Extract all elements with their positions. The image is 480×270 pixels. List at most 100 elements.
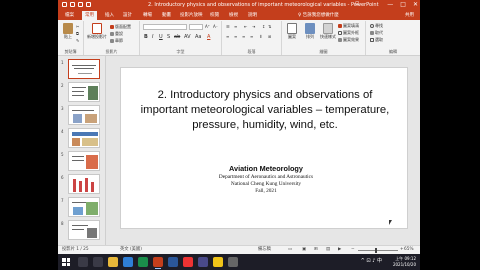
zoom-level[interactable]: 65% [404,246,414,254]
strikethrough-button[interactable]: ab [174,34,180,40]
normal-view-icon[interactable]: ▣ [302,246,306,254]
cut-icon[interactable]: ✂ [76,24,79,29]
language-indicator[interactable]: 英文 (美國) [120,246,142,254]
shapes-button[interactable]: 圖案 [284,23,300,39]
tab-home[interactable]: 常用 [82,11,97,20]
word-icon[interactable] [168,257,178,267]
tab-review[interactable]: 校閱 [207,11,222,20]
select-button[interactable]: 選取 [370,37,383,42]
format-painter-icon[interactable]: ✎ [76,38,79,43]
smartart-icon[interactable]: ⊞ [268,34,271,39]
maximize-button[interactable]: □ [400,1,406,9]
paste-button[interactable]: 貼上 [61,23,75,39]
new-slide-button[interactable]: 新增投影片 [87,23,107,39]
shadow-button[interactable]: S [167,34,170,40]
bold-button[interactable]: B [144,34,148,40]
slide-thumbnail[interactable]: 5 [58,151,106,174]
comments-icon[interactable]: ▭ [288,246,292,254]
shape-fill-button[interactable]: 圖案填滿 [338,23,359,28]
pdf-reader-icon[interactable] [183,257,193,267]
grow-font-icon[interactable]: A⁺ [205,24,210,29]
undo-icon[interactable] [70,2,75,7]
quick-styles-button[interactable]: 快速樣式 [320,23,336,39]
windows-start-icon[interactable] [62,258,70,266]
character-spacing-button[interactable]: AV [184,34,191,40]
chrome-icon[interactable] [213,257,223,267]
close-button[interactable]: ✕ [413,1,418,9]
align-center-icon[interactable]: ≡ [234,34,237,39]
decrease-indent-icon[interactable]: ⇤ [244,24,247,29]
slide-thumbnail[interactable]: 3 [58,105,106,128]
find-button[interactable]: 尋找 [370,23,383,28]
slide-thumbnail[interactable]: 8 [58,220,106,243]
slide-thumbnails-panel[interactable]: 1 2 3 4 5 6 7 8 [58,56,106,245]
change-case-button[interactable]: Aa [195,34,201,40]
reset-button[interactable]: 重設 [110,31,123,36]
slide-thumbnail[interactable]: 4 [58,128,106,151]
font-size-select[interactable] [189,24,203,30]
notes-button[interactable]: 備忘稿 [258,246,271,254]
edge-icon[interactable] [123,257,133,267]
italic-button[interactable]: I [152,34,153,40]
justify-icon[interactable]: ≡ [250,34,253,39]
slideshow-view-icon[interactable]: ▶ [338,246,341,254]
redo-icon[interactable] [78,2,83,7]
share-button[interactable]: 共用 [405,11,414,20]
increase-indent-icon[interactable]: ⇥ [252,24,255,29]
tell-me-search[interactable]: ♀ 告訴我您想做什麼 [298,11,339,20]
tab-animations[interactable]: 動畫 [159,11,174,20]
minimize-button[interactable]: — [387,1,393,9]
arrange-button[interactable]: 排列 [302,23,318,39]
ribbon-display-options-icon[interactable]: ⊡ [355,1,365,8]
search-icon[interactable] [78,257,88,267]
tab-view[interactable]: 檢視 [226,11,241,20]
powerpoint-icon[interactable] [153,257,163,269]
system-tray-icons[interactable]: ^ ⊡ ♪ 中 [361,258,382,265]
line-spacing-icon[interactable]: ↕ [262,24,265,29]
shape-outline-button[interactable]: 圖案外框 [338,30,359,35]
text-direction-icon[interactable]: ⇅ [268,24,271,29]
zoom-slider-handle[interactable] [375,248,378,253]
tab-design[interactable]: 設計 [120,11,135,20]
tab-file[interactable]: 檔案 [62,11,77,20]
slide-subtitle[interactable]: Aviation Meteorology Department of Aeron… [161,164,371,195]
font-name-select[interactable] [143,24,187,30]
section-button[interactable]: 章節 [110,38,123,43]
settings-icon[interactable] [228,257,238,267]
align-right-icon[interactable]: ≡ [242,34,245,39]
copy-icon[interactable]: ⧉ [76,31,79,36]
file-explorer-icon[interactable] [108,257,118,267]
font-color-button[interactable]: A [207,34,210,40]
slide-thumbnail[interactable]: 2 [58,82,106,105]
slide-thumbnail[interactable]: 1 [58,59,106,82]
slide-title[interactable]: 2. Introductory physics and observations… [133,88,397,133]
zoom-slider[interactable] [358,248,398,253]
slide-thumbnail[interactable]: 7 [58,197,106,220]
align-left-icon[interactable]: ≡ [226,34,229,39]
slide-canvas[interactable]: 2. Introductory physics and observations… [120,67,408,229]
slide-thumbnail[interactable]: 6 [58,174,106,197]
tab-slide-show[interactable]: 投影片放映 [177,11,206,20]
slide-sorter-icon[interactable]: ⊞ [314,246,318,254]
layout-button[interactable]: 版面配置 [110,24,131,29]
excel-icon[interactable] [138,257,148,267]
tab-help[interactable]: 說明 [245,11,260,20]
zoom-out-icon[interactable]: − [351,246,355,254]
replace-button[interactable]: 取代 [370,30,383,35]
present-from-start-icon[interactable] [86,2,91,7]
columns-icon[interactable]: ⫴ [260,34,262,39]
tab-insert[interactable]: 插入 [102,11,117,20]
task-view-icon[interactable] [93,257,103,267]
teams-icon[interactable] [198,257,208,267]
save-icon[interactable] [62,2,67,7]
reading-view-icon[interactable]: ▤ [326,246,330,254]
tab-transitions[interactable]: 轉場 [140,11,155,20]
clock[interactable]: 上午 09:12 2021/10/20 [393,256,416,267]
slide-editing-area[interactable]: 2. Introductory physics and observations… [106,56,420,245]
numbering-icon[interactable]: ≡ [234,24,237,29]
font-group-label: 字型 [176,49,185,54]
shape-effects-button[interactable]: 圖案效果 [338,37,359,42]
bullets-icon[interactable]: ☰ [226,24,230,29]
shrink-font-icon[interactable]: A⁻ [213,24,218,29]
underline-button[interactable]: U [159,34,163,40]
